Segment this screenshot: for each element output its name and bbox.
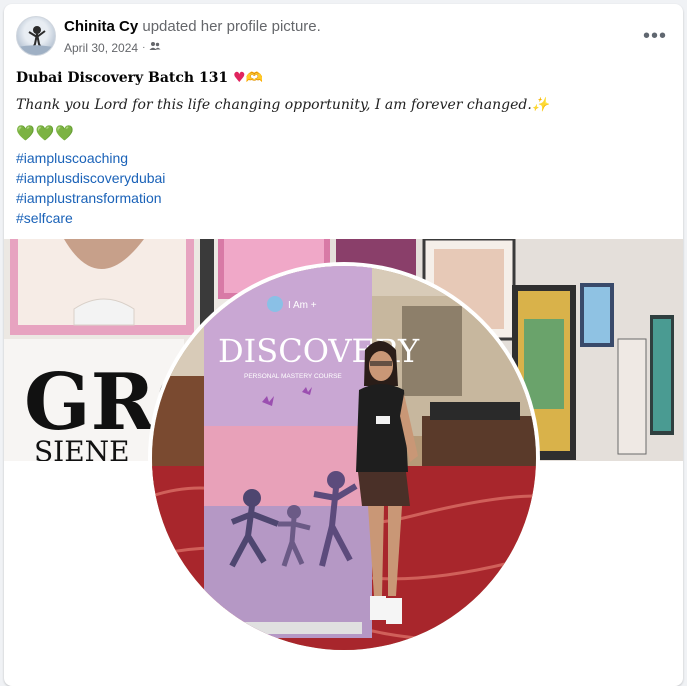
post-quote: Thank you Lord for this life changing op…: [16, 97, 532, 113]
post-title: Dubai Discovery Batch 131: [16, 70, 229, 86]
post-quote-line: Thank you Lord for this life changing op…: [16, 90, 671, 120]
post-header: Chinita Cy updated her profile picture. …: [16, 16, 671, 58]
post-date[interactable]: April 30, 2024: [64, 41, 138, 55]
post-body: Dubai Discovery Batch 131 ♥🫶 Thank you L…: [16, 66, 671, 228]
post-title-line: Dubai Discovery Batch 131 ♥🫶: [16, 66, 671, 90]
hashtag-link[interactable]: #iamplustransformation: [16, 188, 671, 208]
hashtag-link[interactable]: #iampluscoaching: [16, 148, 671, 168]
more-options-icon[interactable]: •••: [639, 20, 671, 52]
meta-separator: ·: [142, 42, 146, 53]
heart-hands-icon: 🫶: [245, 70, 264, 86]
post-meta: April 30, 2024 ·: [64, 40, 161, 55]
profile-picture[interactable]: I Am + DISCOVERY PERSONAL MASTERY COURSE: [152, 266, 536, 650]
red-heart-icon: ♥: [233, 70, 246, 86]
banner-subtitle: PERSONAL MASTERY COURSE: [244, 373, 342, 380]
green-hearts: 💚💚💚: [16, 125, 76, 142]
hashtag-link[interactable]: #selfcare: [16, 208, 671, 228]
post-card: Chinita Cy updated her profile picture. …: [4, 4, 683, 686]
sparkles-icon: ✨: [531, 97, 550, 113]
author-name[interactable]: Chinita Cy: [64, 18, 138, 35]
cover-wall-subtext: SIENE: [34, 435, 130, 461]
post-action-text: updated her profile picture.: [142, 18, 321, 35]
author-avatar[interactable]: [16, 16, 56, 56]
banner-brand: I Am +: [288, 300, 317, 311]
profile-picture-frame[interactable]: I Am + DISCOVERY PERSONAL MASTERY COURSE: [148, 262, 540, 654]
author-line: Chinita Cy updated her profile picture.: [64, 18, 321, 35]
friends-icon[interactable]: [149, 40, 161, 55]
hashtag-link[interactable]: #iamplusdiscoverydubai: [16, 168, 671, 188]
